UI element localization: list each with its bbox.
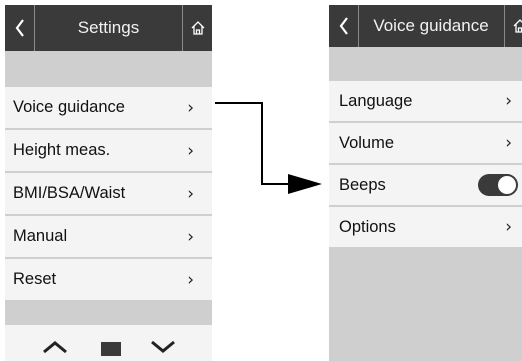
page-indicator: [101, 342, 121, 356]
chevron-right-icon: ›: [505, 217, 512, 237]
page-title: Settings: [77, 18, 140, 37]
settings-titlebar: Settings: [5, 5, 212, 51]
menu-item-beeps: Beeps: [329, 165, 522, 207]
chevron-right-icon: ›: [187, 97, 194, 118]
menu-item-label: Beeps: [339, 175, 386, 194]
back-icon: [339, 17, 348, 35]
menu-item-label: Options: [339, 217, 396, 236]
menu-item-label: Height meas.: [13, 141, 111, 159]
menu-item-label: Reset: [13, 270, 57, 288]
home-button[interactable]: [504, 5, 522, 47]
chevron-down-icon: [151, 340, 175, 353]
scroll-down-button[interactable]: [143, 333, 183, 361]
menu-item-label: Manual: [13, 227, 68, 245]
settings-screen: Settings Voice guidance › Height meas. ›…: [5, 5, 212, 361]
settings-menu: Voice guidance › Height meas. › BMI/BSA/…: [5, 87, 212, 302]
page-title: Voice guidance: [373, 16, 489, 35]
chevron-right-icon: ›: [505, 91, 512, 111]
voice-guidance-menu: Language › Volume › Beeps Options ›: [329, 81, 522, 249]
chevron-right-icon: ›: [187, 140, 194, 161]
menu-item-reset[interactable]: Reset ›: [5, 259, 212, 302]
chevron-right-icon: ›: [187, 226, 194, 247]
menu-item-bmi-bsa-waist[interactable]: BMI/BSA/Waist ›: [5, 173, 212, 216]
pager: [5, 325, 212, 361]
menu-item-volume[interactable]: Volume ›: [329, 123, 522, 165]
back-button[interactable]: [329, 5, 359, 47]
voice-guidance-titlebar: Voice guidance: [329, 5, 522, 47]
chevron-right-icon: ›: [505, 133, 512, 153]
back-icon: [15, 19, 24, 37]
home-button[interactable]: [182, 5, 212, 51]
chevron-right-icon: ›: [187, 269, 194, 290]
menu-item-label: Language: [339, 91, 413, 110]
chevron-up-icon: [43, 341, 67, 354]
back-button[interactable]: [5, 5, 35, 51]
menu-item-language[interactable]: Language ›: [329, 81, 522, 123]
arrowhead-icon: [288, 174, 322, 194]
menu-item-options[interactable]: Options ›: [329, 207, 522, 249]
menu-item-manual[interactable]: Manual ›: [5, 216, 212, 259]
beeps-toggle[interactable]: [478, 174, 518, 196]
home-icon: [191, 21, 204, 35]
menu-item-label: BMI/BSA/Waist: [13, 184, 126, 202]
chevron-right-icon: ›: [187, 183, 194, 204]
toggle-knob: [498, 176, 516, 194]
scroll-up-button[interactable]: [35, 333, 75, 361]
home-icon: [513, 19, 522, 33]
menu-item-voice-guidance[interactable]: Voice guidance ›: [5, 87, 212, 130]
menu-item-height-meas[interactable]: Height meas. ›: [5, 130, 212, 173]
arrow-line: [215, 102, 290, 185]
menu-item-label: Volume: [339, 133, 395, 152]
menu-item-label: Voice guidance: [13, 98, 125, 116]
voice-guidance-screen: Voice guidance Language › Volume › Beeps…: [329, 5, 522, 361]
